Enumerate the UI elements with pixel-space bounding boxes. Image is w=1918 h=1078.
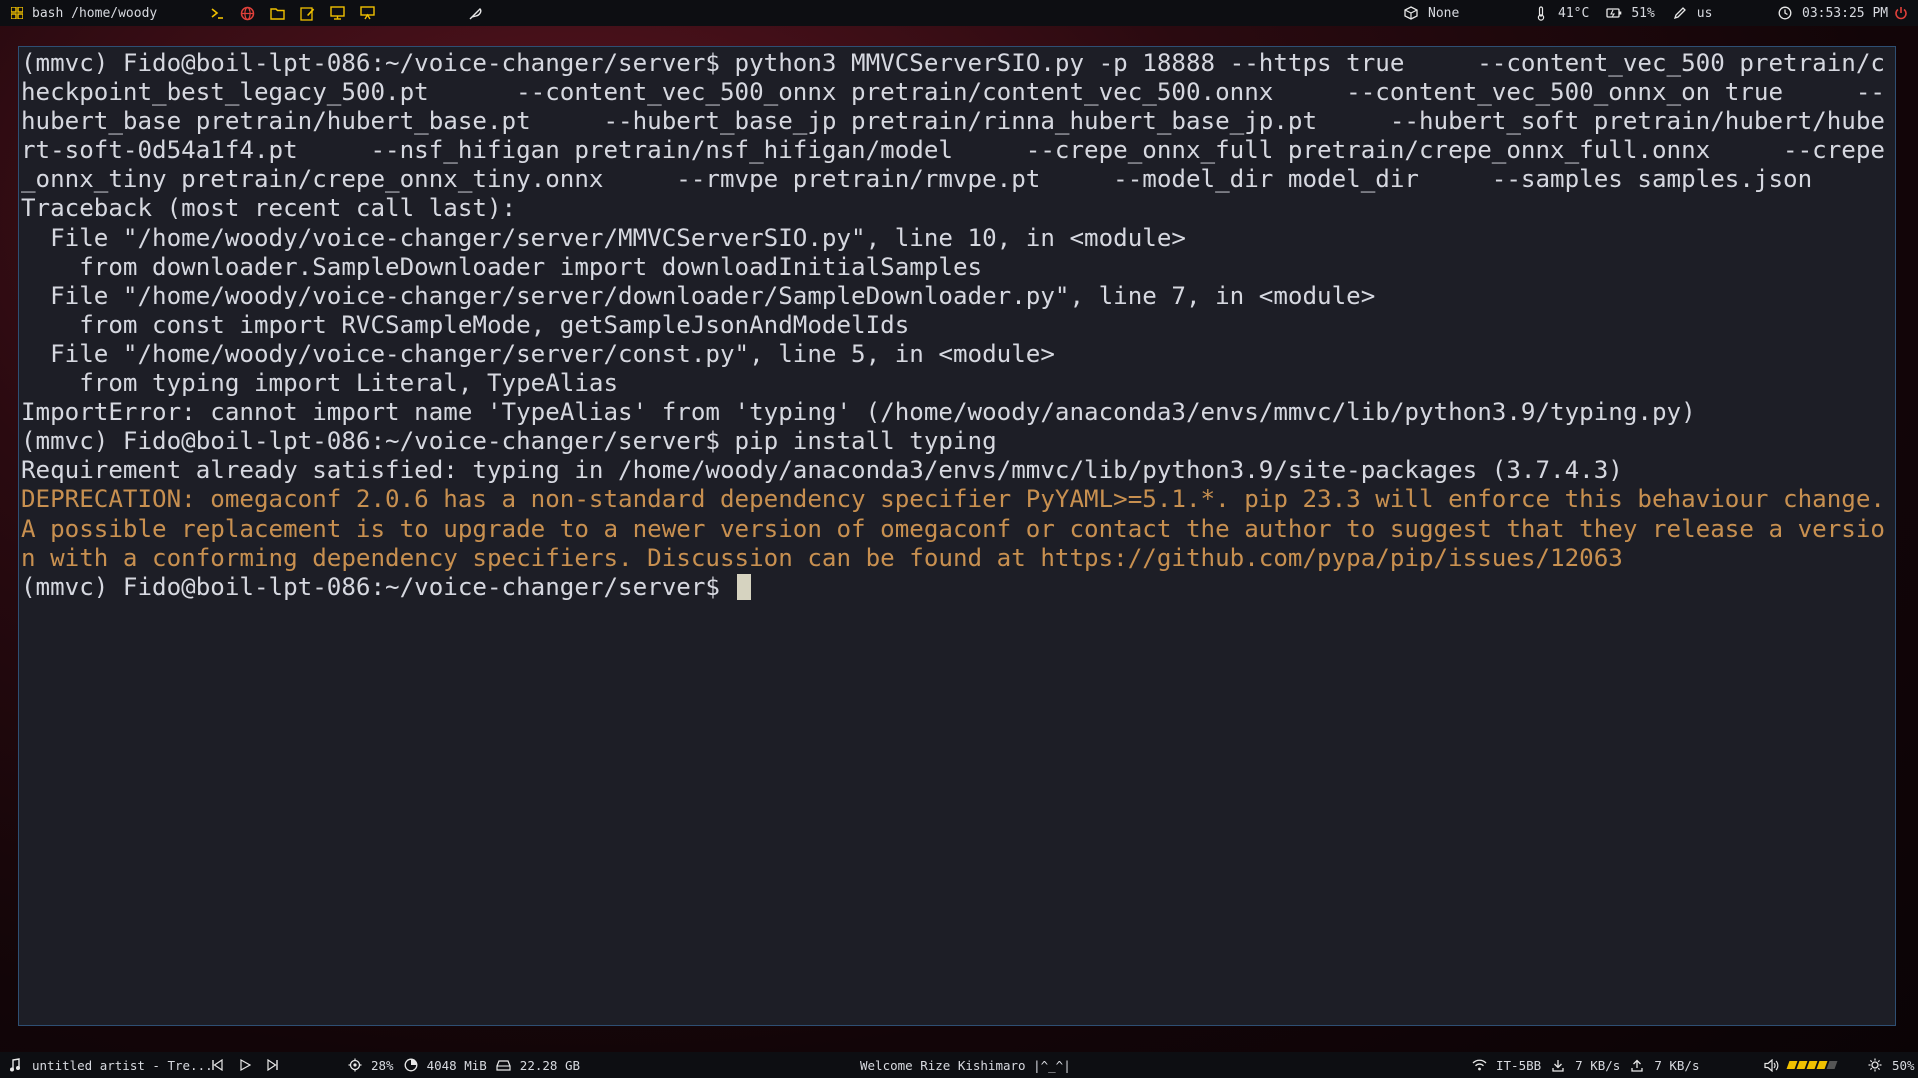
now-playing: untitled artist - Tre... bbox=[32, 1057, 213, 1073]
active-window[interactable]: bash /home/woody bbox=[6, 0, 157, 26]
terminal-prompt-line[interactable]: (mmvc) Fido@boil-lpt-086:~/voice-changer… bbox=[21, 573, 1893, 602]
terminal-line: (mmvc) Fido@boil-lpt-086:~/voice-changer… bbox=[21, 427, 997, 456]
terminal-line: from typing import Literal, TypeAlias bbox=[21, 369, 619, 398]
temperature-value: 41°C bbox=[1558, 5, 1590, 21]
upload-icon bbox=[1626, 1054, 1648, 1076]
top-panel: bash /home/woody None 41°C 51% us 03:53:… bbox=[0, 0, 1918, 26]
disk-icon bbox=[493, 1054, 515, 1076]
disk-value: 22.28 GB bbox=[519, 1057, 581, 1073]
deprecation-warning-line: DEPRECATION: omegaconf 2.0.6 has a non-s… bbox=[21, 485, 1885, 572]
keyboard-layout[interactable]: us bbox=[1697, 6, 1713, 21]
media-player[interactable]: untitled artist - Tre... bbox=[4, 1052, 213, 1078]
volume-level-bar[interactable] bbox=[1786, 1061, 1838, 1069]
volume-segment bbox=[1826, 1061, 1838, 1069]
terminal-line: File "/home/woody/voice-changer/server/M… bbox=[21, 223, 1186, 252]
thermometer-icon bbox=[1530, 2, 1552, 24]
terminal-line: Requirement already satisfied: typing in… bbox=[21, 456, 1623, 485]
clock-icon bbox=[1774, 2, 1796, 24]
bottom-panel: untitled artist - Tre... 28% 4048 MiB 22… bbox=[0, 1052, 1918, 1078]
brightness-value: 50% bbox=[1892, 1057, 1915, 1073]
brightness-control[interactable]: 50% bbox=[1864, 1052, 1915, 1078]
terminal-line: ImportError: cannot import name 'TypeAli… bbox=[21, 398, 1696, 427]
terminal-prompt: (mmvc) Fido@boil-lpt-086:~/voice-changer… bbox=[21, 572, 735, 601]
cpu-icon bbox=[344, 1054, 366, 1076]
terminal-line: from downloader.SampleDownloader import … bbox=[21, 252, 983, 281]
welcome-text: Welcome Rize Kishimaro |^_^| bbox=[860, 1057, 1071, 1073]
download-rate: 7 KB/s bbox=[1575, 1057, 1621, 1073]
cpu-usage[interactable]: 28% bbox=[344, 1054, 394, 1076]
terminal-line: Traceback (most recent call last): bbox=[21, 194, 517, 223]
package-status[interactable]: None bbox=[1400, 0, 1459, 26]
welcome-message: Welcome Rize Kishimaro |^_^| bbox=[860, 1052, 1071, 1078]
download-icon bbox=[1547, 1054, 1569, 1076]
power-icon[interactable] bbox=[1890, 2, 1912, 24]
terminal-line: File "/home/woody/voice-changer/server/d… bbox=[21, 281, 1376, 310]
terminal-line: (mmvc) Fido@boil-lpt-086:~/voice-changer… bbox=[21, 49, 1885, 194]
wifi-name: IT-5BB bbox=[1496, 1057, 1542, 1073]
memory-value: 4048 MiB bbox=[426, 1057, 487, 1073]
pen-icon bbox=[1669, 2, 1691, 24]
network-status[interactable]: IT-5BB 7 KB/s 7 KB/s bbox=[1468, 1052, 1699, 1078]
power-button[interactable] bbox=[1890, 0, 1912, 26]
browser-icon[interactable] bbox=[236, 2, 258, 24]
launcher-group bbox=[206, 0, 378, 26]
grid-icon[interactable] bbox=[6, 2, 28, 24]
terminal-line: from const import RVCSampleMode, getSamp… bbox=[21, 310, 910, 339]
speaker-icon bbox=[1760, 1054, 1782, 1076]
editor-icon[interactable] bbox=[296, 2, 318, 24]
terminal-window[interactable]: (mmvc) Fido@boil-lpt-086:~/voice-changer… bbox=[18, 46, 1896, 1026]
clock-time: 03:53:25 PM bbox=[1802, 5, 1889, 21]
terminal-cursor bbox=[736, 573, 751, 600]
music-note-icon bbox=[4, 1054, 26, 1076]
cpu-value: 28% bbox=[371, 1057, 394, 1073]
monitor-icon[interactable] bbox=[326, 2, 348, 24]
previous-icon[interactable] bbox=[206, 1054, 228, 1076]
package-label: None bbox=[1428, 5, 1460, 21]
memory-icon bbox=[400, 1054, 422, 1076]
feather-app[interactable] bbox=[464, 0, 486, 26]
volume-control[interactable] bbox=[1760, 1052, 1838, 1078]
clock[interactable]: 03:53:25 PM bbox=[1774, 0, 1888, 26]
upload-rate: 7 KB/s bbox=[1654, 1057, 1700, 1073]
brightness-icon bbox=[1864, 1054, 1886, 1076]
wifi-icon bbox=[1468, 1054, 1490, 1076]
play-icon[interactable] bbox=[234, 1054, 256, 1076]
feather-icon[interactable] bbox=[464, 2, 486, 24]
disk-usage[interactable]: 22.28 GB bbox=[493, 1054, 580, 1076]
next-icon[interactable] bbox=[262, 1054, 284, 1076]
system-status: 41°C 51% us bbox=[1530, 0, 1712, 26]
window-title: bash /home/woody bbox=[32, 5, 158, 21]
media-controls bbox=[206, 1052, 284, 1078]
display-icon[interactable] bbox=[356, 2, 378, 24]
resource-monitor: 28% 4048 MiB 22.28 GB bbox=[344, 1052, 580, 1078]
package-icon bbox=[1400, 2, 1422, 24]
memory-usage[interactable]: 4048 MiB bbox=[400, 1054, 487, 1076]
battery-value: 51% bbox=[1631, 5, 1655, 21]
terminal-line: File "/home/woody/voice-changer/server/c… bbox=[21, 339, 1055, 368]
folder-icon[interactable] bbox=[266, 2, 288, 24]
battery-icon bbox=[1603, 2, 1625, 24]
terminal-icon[interactable] bbox=[206, 2, 228, 24]
